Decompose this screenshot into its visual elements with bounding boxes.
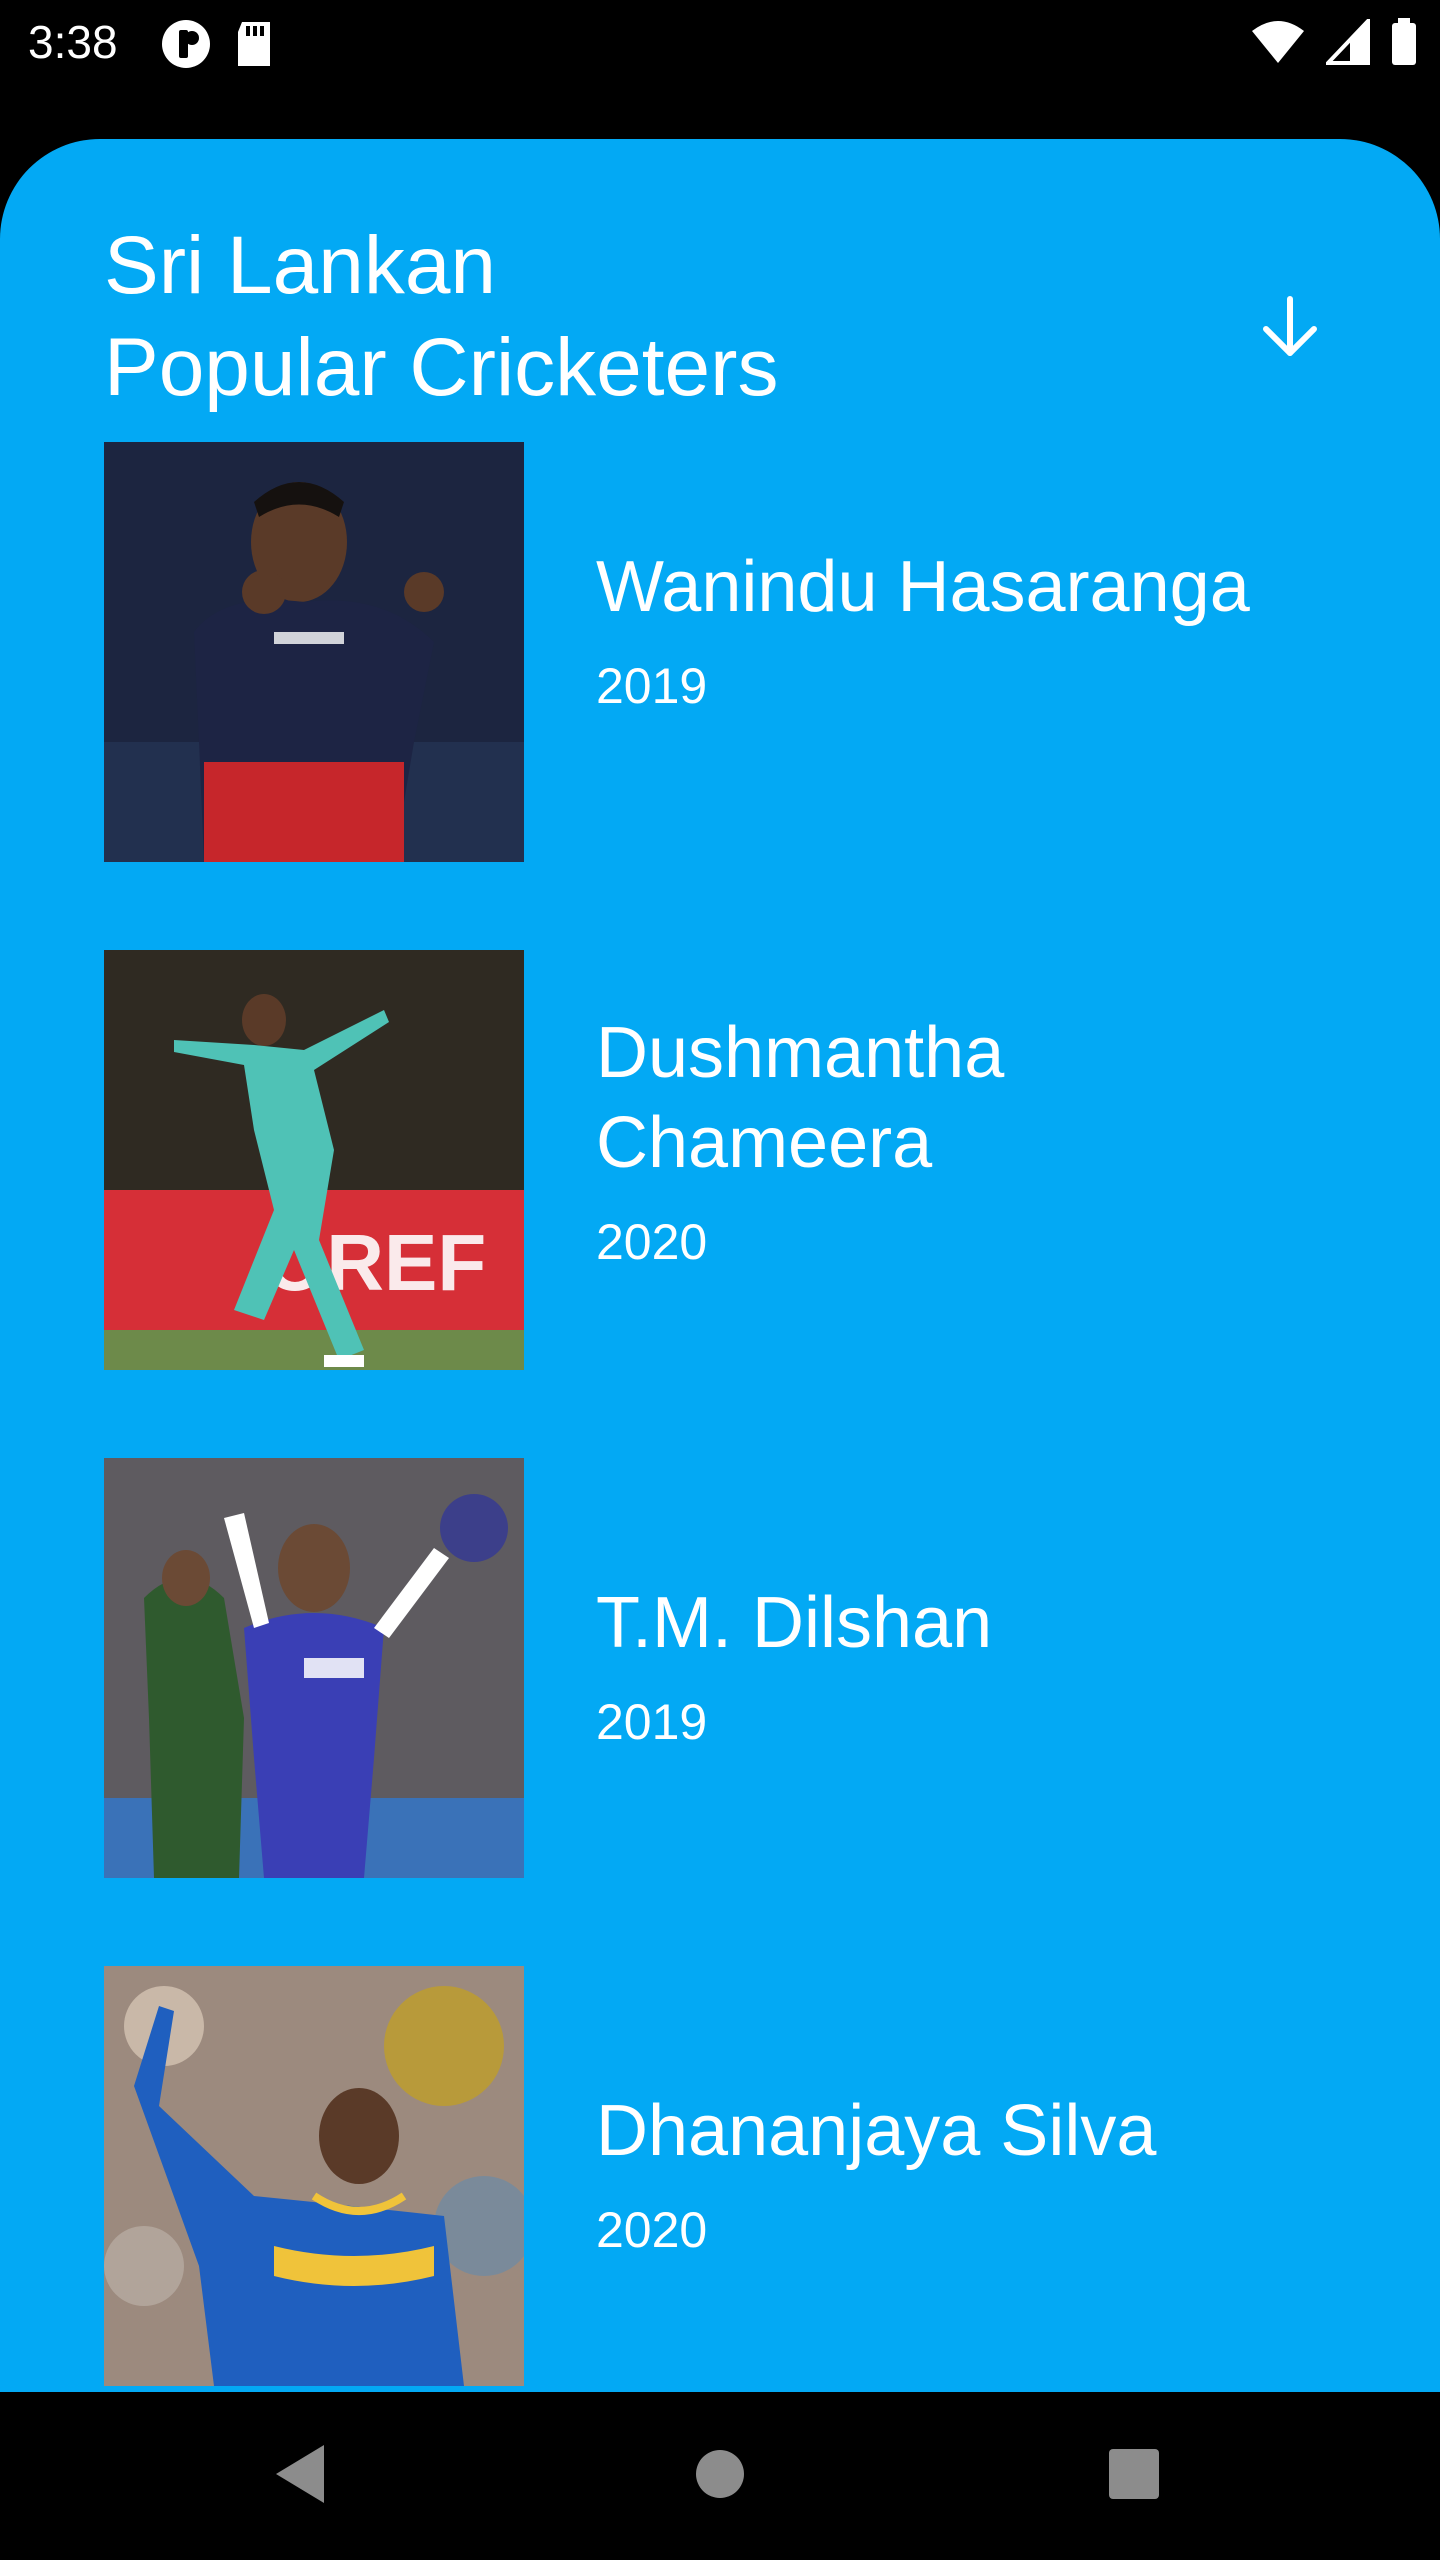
back-icon	[272, 2443, 328, 2509]
cricketer-photo	[104, 1458, 524, 1878]
cell-signal-icon	[1326, 19, 1370, 65]
cricketer-photo	[104, 442, 524, 862]
title-line-1: Sri Lankan	[104, 220, 497, 311]
wifi-icon	[1250, 19, 1306, 65]
recents-icon	[1108, 2448, 1160, 2504]
cricketer-year: 2020	[596, 2202, 708, 2258]
title-line-2: Popular Cricketers	[104, 322, 779, 413]
cricketer-photo	[104, 1966, 524, 2386]
header: Sri Lankan Popular Cricketers	[104, 215, 1104, 419]
back-button[interactable]	[260, 2436, 340, 2516]
sd-card-icon	[234, 18, 274, 70]
cricketer-year: 2019	[596, 658, 708, 714]
app-screen: 3:38 Sri Lankan Popular Cricketers Wanin…	[0, 0, 1440, 2560]
cricketers-sheet: Sri Lankan Popular Cricketers Wanindu Ha…	[0, 139, 1440, 2392]
cricketer-name-line-2: Chameera	[596, 1103, 933, 1183]
status-right-icons	[1250, 18, 1418, 66]
status-bar: 3:38	[0, 0, 1440, 84]
home-button[interactable]	[680, 2436, 760, 2516]
item-text: Wanindu Hasaranga 2019	[596, 542, 1336, 718]
cricketer-name: Wanindu Hasaranga	[596, 547, 1250, 627]
list-item[interactable]: T.M. Dilshan 2019	[104, 1458, 1354, 1878]
cricketer-name: Dushmantha Chameera	[596, 1008, 1336, 1188]
cricketer-name: T.M. Dilshan	[596, 1583, 993, 1663]
battery-icon	[1390, 18, 1418, 66]
app-notification-icon	[160, 18, 212, 70]
recents-button[interactable]	[1094, 2436, 1174, 2516]
arrow-down-icon	[1258, 295, 1322, 363]
status-left-icons	[160, 18, 274, 70]
list-item[interactable]: Wanindu Hasaranga 2019	[104, 442, 1354, 862]
cricketer-name-line-1: Dushmantha	[596, 1013, 1005, 1093]
cricketer-year: 2019	[596, 1694, 708, 1750]
list-item[interactable]: OREF Dushmantha Chameera 2020	[104, 950, 1354, 1370]
status-time: 3:38	[28, 16, 118, 68]
list-item[interactable]: Dhananjaya Silva 2020	[104, 1966, 1354, 2386]
cricketer-name: Dhananjaya Silva	[596, 2091, 1157, 2171]
navigation-bar	[0, 2392, 1440, 2560]
item-text: T.M. Dilshan 2019	[596, 1578, 1336, 1754]
cricketer-photo: OREF	[104, 950, 524, 1370]
sort-button[interactable]	[1230, 269, 1350, 389]
item-text: Dhananjaya Silva 2020	[596, 2086, 1336, 2262]
page-title: Sri Lankan Popular Cricketers	[104, 215, 1104, 419]
item-text: Dushmantha Chameera 2020	[596, 1008, 1336, 1274]
cricketer-year: 2020	[596, 1214, 708, 1270]
home-icon	[694, 2448, 746, 2504]
